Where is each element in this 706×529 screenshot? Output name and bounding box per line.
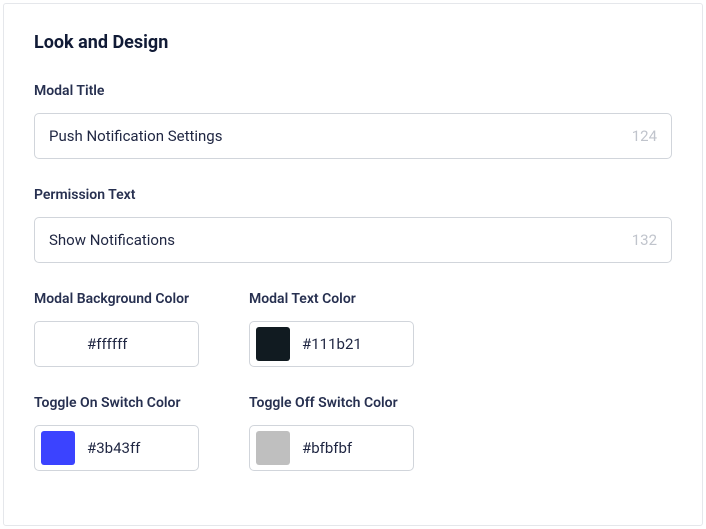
toggle-off-value[interactable] <box>302 439 399 457</box>
permission-text-char-count: 132 <box>632 231 657 249</box>
modal-bg-swatch[interactable] <box>41 327 75 361</box>
section-title: Look and Design <box>34 32 672 53</box>
permission-text-input-wrapper[interactable]: 132 <box>34 217 672 263</box>
permission-text-label: Permission Text <box>34 187 672 203</box>
toggle-off-input-wrapper[interactable] <box>249 425 414 471</box>
look-and-design-panel: Look and Design Modal Title 124 Permissi… <box>3 3 703 526</box>
permission-text-input[interactable] <box>49 231 622 249</box>
modal-text-input-wrapper[interactable] <box>249 321 414 367</box>
modal-text-value[interactable] <box>302 335 399 353</box>
modal-text-field: Modal Text Color <box>249 291 414 367</box>
modal-bg-field: Modal Background Color <box>34 291 199 367</box>
modal-bg-value[interactable] <box>87 335 184 353</box>
color-row-1: Modal Background Color Modal Text Color <box>34 291 672 395</box>
modal-bg-label: Modal Background Color <box>34 291 199 307</box>
toggle-off-label: Toggle Off Switch Color <box>249 395 414 411</box>
permission-text-field: Permission Text 132 <box>34 187 672 263</box>
toggle-on-input-wrapper[interactable] <box>34 425 199 471</box>
modal-text-swatch[interactable] <box>256 327 290 361</box>
toggle-on-value[interactable] <box>87 439 184 457</box>
modal-bg-input-wrapper[interactable] <box>34 321 199 367</box>
color-row-2: Toggle On Switch Color Toggle Off Switch… <box>34 395 672 499</box>
toggle-on-label: Toggle On Switch Color <box>34 395 199 411</box>
toggle-off-field: Toggle Off Switch Color <box>249 395 414 471</box>
modal-title-input[interactable] <box>49 127 622 145</box>
modal-title-char-count: 124 <box>632 127 657 145</box>
modal-title-field: Modal Title 124 <box>34 83 672 159</box>
toggle-off-swatch[interactable] <box>256 431 290 465</box>
modal-title-label: Modal Title <box>34 83 672 99</box>
toggle-on-field: Toggle On Switch Color <box>34 395 199 471</box>
modal-title-input-wrapper[interactable]: 124 <box>34 113 672 159</box>
modal-text-label: Modal Text Color <box>249 291 414 307</box>
toggle-on-swatch[interactable] <box>41 431 75 465</box>
